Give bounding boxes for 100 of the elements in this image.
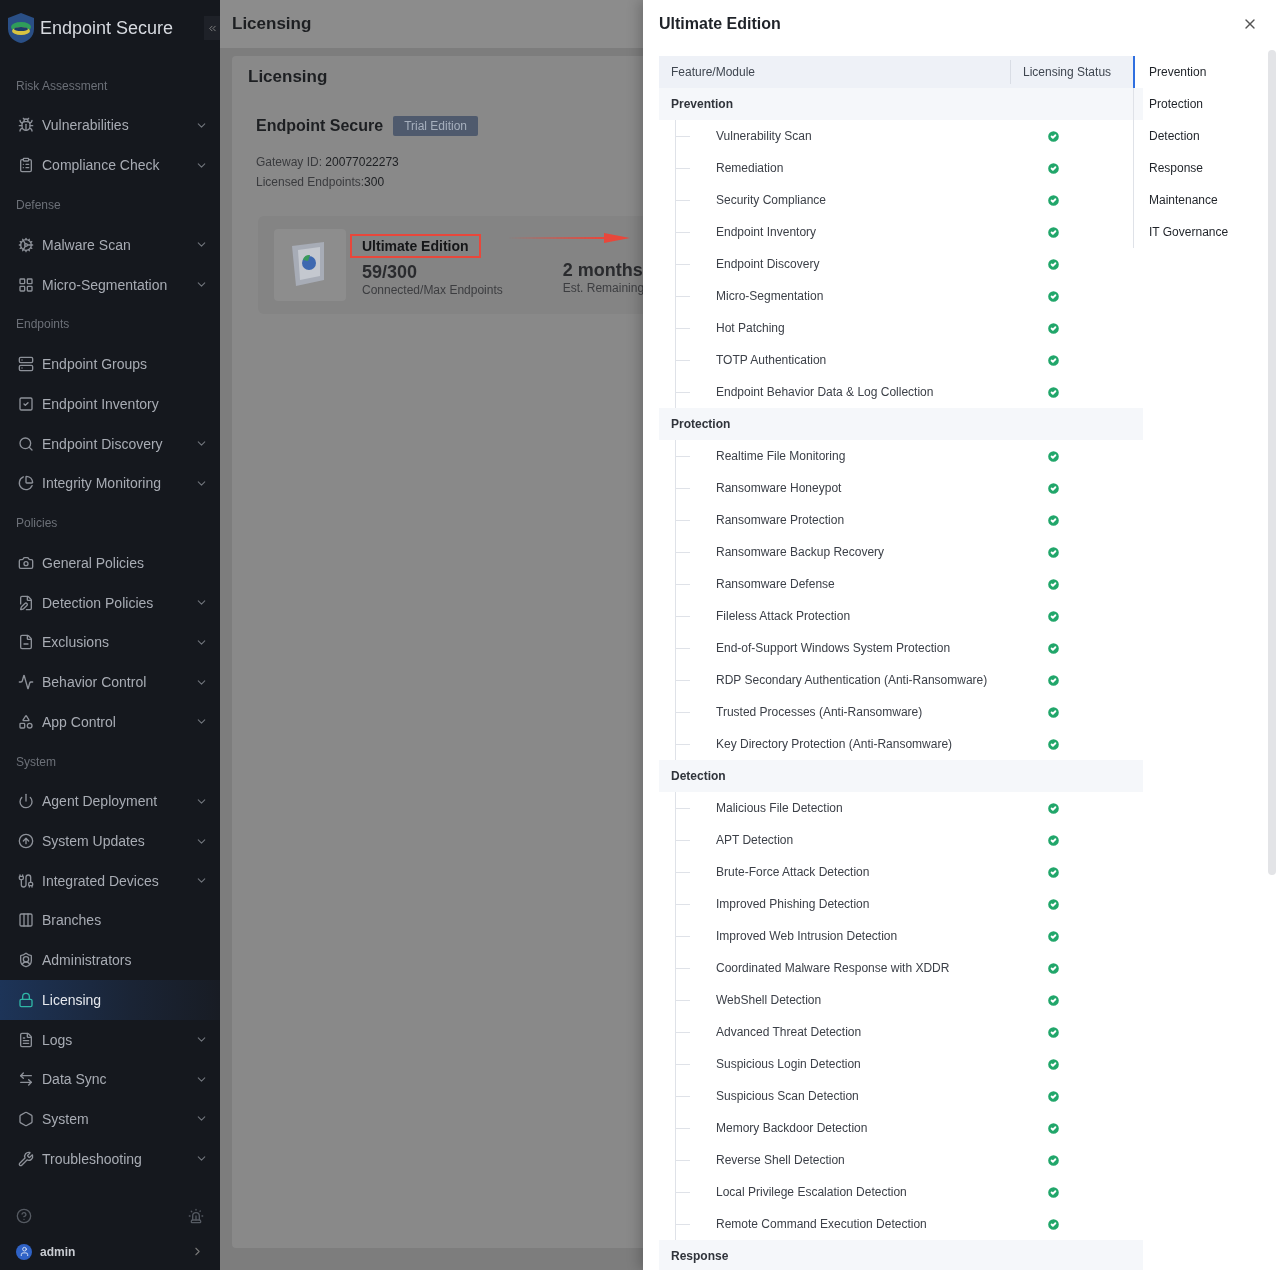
clipboard-icon [18,157,34,174]
feature-name: Endpoint Discovery [716,257,821,271]
feature-name: RDP Secondary Authentication (Anti-Ransomware) [716,673,989,687]
feature-name: TOTP Authentication [716,353,828,367]
server-icon [18,356,34,373]
nav-item[interactable]: Data Sync [0,1059,220,1100]
nav-item[interactable]: Agent Deployment [0,781,220,822]
collapse-button[interactable] [204,16,220,40]
nav-item[interactable]: Exclusions [0,622,220,663]
wrench-icon [18,1150,34,1167]
gear-icon [18,236,34,253]
feature-name: Remediation [716,161,785,175]
feature-name: Local Privilege Escalation Detection [716,1185,908,1199]
edition-tag: Trial Edition [393,116,479,136]
nav-item[interactable]: Logs [0,1019,220,1060]
remaining-time: 2 months [562,259,644,281]
feature-name: Remote Command Execution Detection [716,1217,928,1231]
group-row: Response [659,1240,1143,1270]
feature-name: Fileless Attack Protection [716,609,852,623]
anchor-link[interactable]: Response [1133,152,1264,184]
cable-icon [18,872,34,889]
group-row: Prevention [659,88,1143,120]
feature-name: Ransomware Protection [716,513,846,527]
nav-item[interactable]: System Updates [0,821,220,861]
column-header: Licensing Status [1010,60,1133,84]
feature-name: Ransomware Honeypot [716,481,843,495]
scrollbar[interactable] [1268,50,1276,875]
nav-item[interactable]: Vulnerabilities [0,105,220,146]
nav-item[interactable]: Compliance Check [0,145,220,185]
anchor-link[interactable]: Detection [1133,120,1264,152]
group-row: Protection [659,408,1143,440]
nav-item[interactable]: Endpoint Inventory [0,384,220,424]
columns-icon [18,912,34,929]
feature-name: WebShell Detection [716,993,823,1007]
anchor-link[interactable]: IT Governance [1133,216,1264,248]
section-title: Policies [15,515,59,533]
alarm-icon[interactable] [188,1208,204,1225]
nav-item[interactable]: Endpoint Discovery [0,423,220,464]
anchor-link[interactable]: Maintenance [1133,184,1264,216]
feature-name: Improved Phishing Detection [716,897,871,911]
checkbox-icon [18,395,34,412]
nav-item[interactable]: Endpoint Groups [0,344,220,385]
feature-name: End-of-Support Windows System Protection [716,641,952,655]
edition-name: Ultimate Edition [350,233,481,258]
feature-name: Malicious File Detection [716,801,844,815]
upload-icon [18,833,34,850]
feature-name: Endpoint Inventory [716,225,818,239]
camera-icon [18,554,34,571]
nav-item[interactable]: Behavior Control [0,662,220,702]
card-title: Licensing [248,66,328,88]
feature-name: Micro-Segmentation [716,289,825,303]
feature-name: Improved Web Intrusion Detection [716,929,899,943]
nav-item[interactable]: Integrity Monitoring [0,463,220,504]
nav-item[interactable]: Licensing [0,979,220,1020]
nav-item[interactable]: Integrated Devices [0,860,220,901]
anchor-link[interactable]: Prevention [1133,56,1264,88]
document-icon [18,1031,34,1048]
remaining-caption: Est. Remaining [562,280,645,295]
group-row: Detection [659,760,1143,792]
section-title: System [15,753,57,771]
nav-item[interactable]: App Control [0,701,220,742]
search-icon [18,435,34,452]
feature-name: Realtime File Monitoring [716,449,847,463]
feature-name: Trusted Processes (Anti-Ransomware) [716,705,924,719]
gateway-id: Gateway ID: 20077022273 [256,154,399,171]
feature-name: Vulnerability Scan [716,129,813,143]
arrows-icon [18,1071,34,1088]
feature-name: APT Detection [716,833,795,847]
nav-item[interactable]: Troubleshooting [0,1138,220,1179]
feature-name: Security Compliance [716,193,828,207]
user-menu[interactable]: admin [0,1234,220,1270]
power-icon [18,793,34,810]
nav-item[interactable]: System [0,1099,220,1139]
nav-item[interactable]: Micro-Segmentation [0,264,220,305]
nav-item[interactable]: Administrators [0,940,220,980]
page-title: Licensing [232,14,312,34]
shield-user-icon [18,952,34,969]
section-title: Endpoints [15,316,71,334]
hexagon-icon [18,1110,34,1127]
usage-caption: Connected/Max Endpoints [362,282,503,297]
help-icon[interactable] [16,1208,32,1225]
feature-name: Ransomware Defense [716,577,836,591]
file-icon [18,634,34,651]
feature-name: Coordinated Malware Response with XDDR [716,961,951,975]
feature-name: Reverse Shell Detection [716,1153,846,1167]
monitor-illustration [274,229,346,301]
nav-item[interactable]: General Policies [0,543,220,583]
drawer-title: Ultimate Edition [659,15,781,33]
section-title: Risk Assessment [15,77,109,95]
licensed-endpoints: Licensed Endpoints:300 [256,174,386,191]
nav-item[interactable]: Branches [0,900,220,941]
nav-item[interactable]: Detection Policies [0,582,220,623]
feature-name: Ransomware Backup Recovery [716,545,886,559]
nav-item[interactable]: Malware Scan [0,224,220,265]
avatar-icon [16,1244,32,1260]
feature-name: Endpoint Behavior Data & Log Collection [716,385,935,399]
grid-icon [18,276,34,293]
column-header: Feature/Module [670,64,757,81]
feature-name: Key Directory Protection (Anti-Ransomware) [716,737,954,751]
feature-name: Advanced Threat Detection [716,1025,863,1039]
